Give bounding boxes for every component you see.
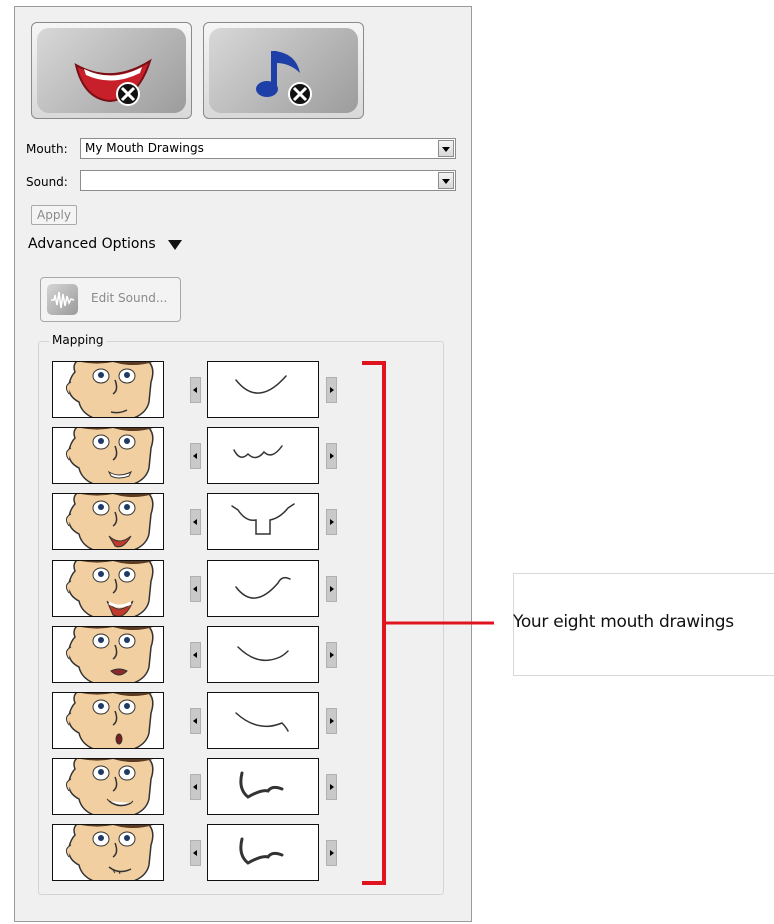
edit-sound-button[interactable]: Edit Sound... (40, 277, 181, 322)
previous-mouth-button[interactable] (190, 509, 201, 536)
previous-mouth-button[interactable] (190, 377, 201, 403)
sound-add-icon (256, 51, 312, 106)
face-mouth-6 (52, 692, 164, 749)
face-mouth-2 (52, 427, 164, 485)
mouth-drawing-icon (239, 771, 284, 799)
mouth-drawing-1[interactable] (207, 361, 319, 418)
mouth-drawing-6[interactable] (207, 692, 319, 749)
mouth-drawing-7[interactable] (207, 758, 319, 816)
character-face-icon (65, 494, 154, 550)
triangle-down-icon[interactable] (168, 240, 182, 250)
next-mouth-button[interactable] (326, 443, 337, 470)
character-face-icon (65, 759, 154, 815)
mouth-drawing-8[interactable] (207, 824, 319, 882)
sound-select[interactable] (80, 170, 456, 191)
chevron-down-icon[interactable] (438, 172, 454, 189)
previous-mouth-button[interactable] (190, 575, 201, 602)
character-face-icon (65, 825, 154, 881)
previous-mouth-button[interactable] (190, 443, 201, 470)
face-mouth-4 (52, 559, 164, 617)
mouth-drawing-2[interactable] (207, 427, 319, 485)
face-mouth-1 (52, 361, 164, 418)
next-mouth-button[interactable] (326, 708, 337, 734)
face-mouth-8 (52, 824, 164, 882)
next-mouth-button[interactable] (326, 641, 337, 668)
previous-mouth-button[interactable] (190, 708, 201, 734)
add-sound-button[interactable] (203, 22, 364, 119)
mouth-drawing-icon (231, 503, 295, 536)
next-mouth-button[interactable] (326, 774, 337, 801)
mouth-drawing-3[interactable] (207, 493, 319, 551)
face-mouth-3 (52, 493, 164, 551)
mouth-add-icon (74, 58, 152, 106)
character-face-icon (65, 693, 154, 748)
mouth-select-value: My Mouth Drawings (85, 141, 204, 155)
callout-line (384, 621, 494, 625)
edit-sound-label: Edit Sound... (91, 291, 168, 305)
apply-button[interactable]: Apply (31, 205, 77, 225)
mouth-drawing-icon (239, 837, 284, 866)
chevron-down-icon[interactable] (438, 140, 454, 157)
callout-text: Your eight mouth drawings (513, 612, 734, 632)
next-mouth-button[interactable] (326, 575, 337, 602)
mouth-drawing-icon (235, 712, 289, 732)
character-face-icon (65, 428, 154, 484)
face-mouth-5 (52, 625, 164, 683)
previous-mouth-button[interactable] (190, 840, 201, 867)
face-mouth-7 (52, 758, 164, 816)
mouth-label: Mouth: (26, 142, 68, 156)
next-mouth-button[interactable] (326, 840, 337, 867)
mouth-drawing-4[interactable] (207, 559, 319, 617)
waveform-icon (47, 284, 78, 315)
mouth-drawing-icon (233, 445, 283, 459)
mouth-drawing-icon (237, 646, 289, 661)
mouth-select[interactable]: My Mouth Drawings (80, 138, 456, 159)
character-face-icon (65, 362, 154, 417)
previous-mouth-button[interactable] (190, 641, 201, 668)
mapping-title: Mapping (49, 333, 107, 347)
next-mouth-button[interactable] (326, 377, 337, 403)
advanced-options-label[interactable]: Advanced Options (28, 236, 156, 252)
mouth-drawing-5[interactable] (207, 625, 319, 683)
previous-mouth-button[interactable] (190, 774, 201, 801)
character-face-icon (65, 560, 154, 616)
character-face-icon (65, 626, 154, 682)
add-mouth-button[interactable] (31, 22, 192, 119)
sound-label: Sound: (26, 175, 68, 189)
mouth-drawing-icon (235, 375, 287, 394)
next-mouth-button[interactable] (326, 509, 337, 536)
mouth-drawing-icon (235, 576, 291, 599)
